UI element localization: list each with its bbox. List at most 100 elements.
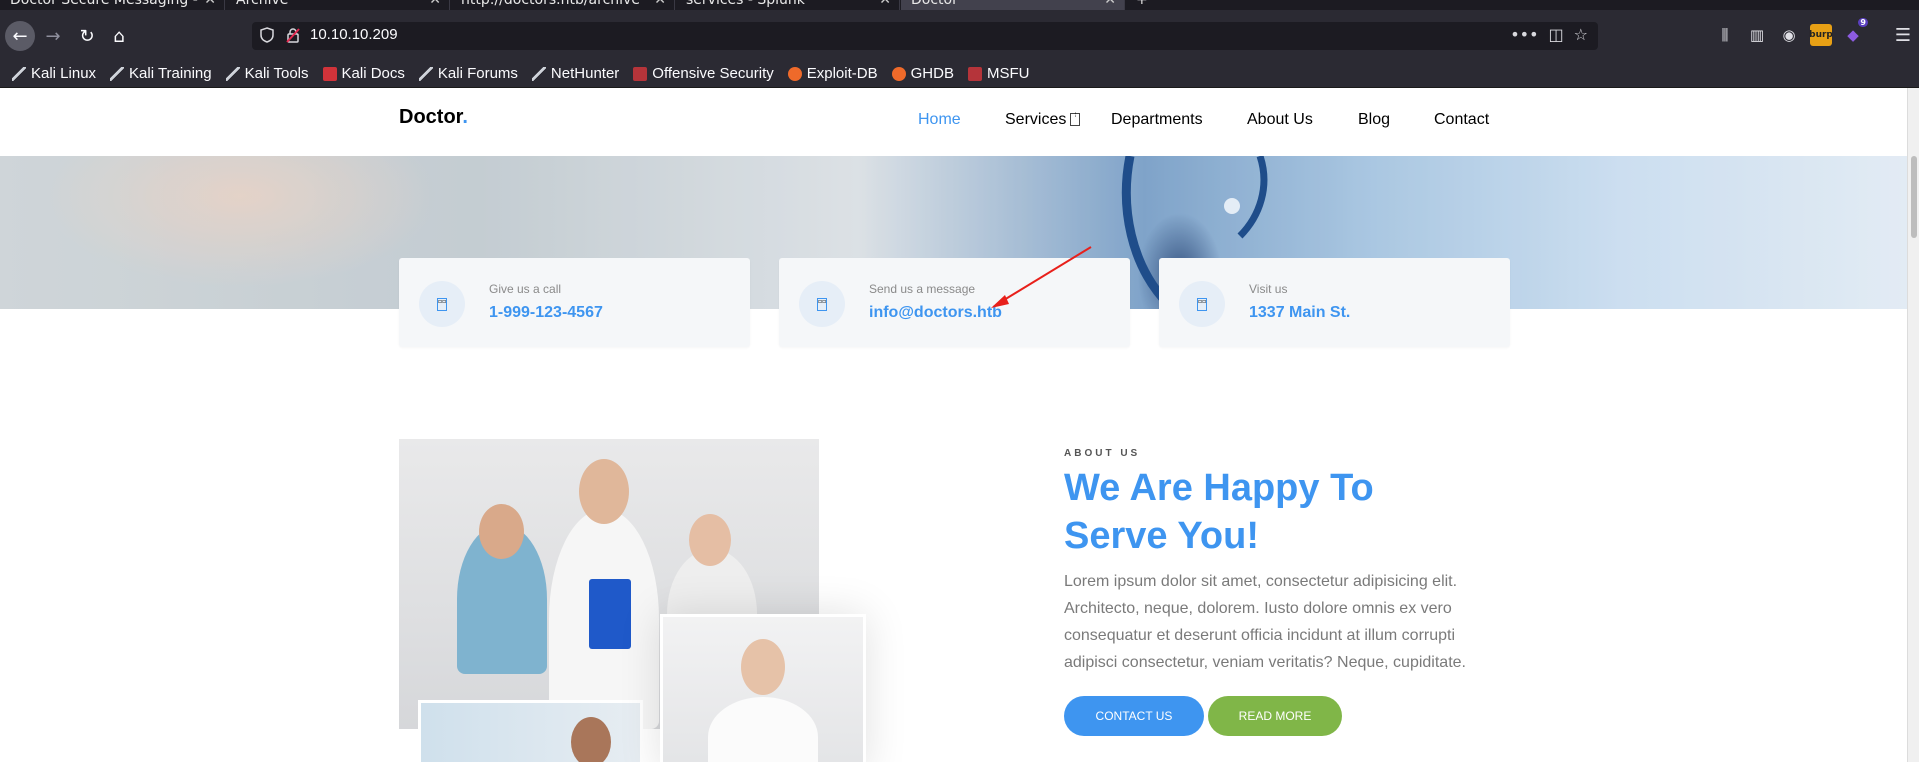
bookmark-label: Offensive Security	[652, 65, 774, 82]
info-label: Give us a call	[489, 282, 562, 296]
chevron-down-icon: ⁞	[1070, 113, 1081, 127]
bookmark-msfu[interactable]: MSFU	[967, 65, 1030, 82]
tab-doctors-archive[interactable]: http://doctors.htb/archive ✕	[451, 0, 675, 10]
insecure-lock-icon[interactable]	[286, 27, 300, 43]
library-icon[interactable]: ⫼	[1714, 24, 1736, 46]
doctor-head	[741, 639, 785, 695]
url-bar[interactable]: 10.10.10.209 ••• ◫ ☆	[252, 22, 1598, 50]
nav-contact[interactable]: Contact	[1434, 111, 1489, 129]
bookmark-label: MSFU	[986, 65, 1030, 82]
bookmark-kali-forums[interactable]: Kali Forums	[418, 65, 518, 82]
kali-icon	[418, 66, 433, 81]
close-icon[interactable]: ✕	[1104, 0, 1116, 8]
bookmark-label: GHDB	[910, 65, 954, 82]
tab-title: Archive	[236, 0, 289, 8]
logo-text: Doctor	[399, 106, 463, 128]
page-scrollbar[interactable]	[1907, 88, 1919, 762]
tab-title: Doctor	[911, 0, 958, 8]
kali-icon	[12, 66, 26, 81]
doctor-head	[579, 459, 629, 524]
bookmark-kali-tools[interactable]: Kali Tools	[225, 65, 309, 82]
bookmark-ghdb[interactable]: GHDB	[891, 65, 954, 82]
bookmark-kali-linux[interactable]: Kali Linux	[12, 65, 96, 82]
tab-archive[interactable]: Archive ✕	[226, 0, 450, 10]
extension-icon[interactable]: ◆ 9	[1842, 18, 1868, 46]
phone-icon: ▫▫	[419, 281, 465, 327]
close-icon[interactable]: ✕	[654, 0, 666, 8]
info-email[interactable]: info@doctors.htb	[869, 304, 1002, 322]
shield-icon[interactable]	[260, 27, 274, 43]
info-label: Send us a message	[869, 282, 976, 296]
bookmark-nethunter[interactable]: NetHunter	[531, 65, 620, 82]
nav-services-label: Services	[1005, 111, 1067, 128]
nav-about-us[interactable]: About Us	[1247, 111, 1313, 129]
doctor-head	[689, 514, 731, 566]
patient-head	[571, 717, 611, 762]
tab-title: services - Splunk	[686, 0, 805, 8]
bookmark-offensive-security[interactable]: Offensive Security	[633, 65, 774, 82]
site-logo[interactable]: Doctor.	[399, 106, 468, 129]
bookmark-label: Exploit-DB	[806, 65, 878, 82]
close-icon[interactable]: ✕	[429, 0, 441, 8]
offsec-icon	[633, 66, 648, 81]
doctor-figure	[708, 697, 818, 762]
location-glyph: ▫▫	[1197, 297, 1207, 311]
pocket-icon[interactable]: ◫	[1549, 25, 1564, 44]
msfu-icon	[967, 66, 982, 81]
burp-icon[interactable]: burp	[1809, 24, 1833, 46]
kali-icon	[531, 66, 546, 81]
clipboard-image	[589, 579, 631, 649]
page-viewport: Doctor. Home Services ⁞ Departments About…	[0, 87, 1919, 762]
bookmark-label: Kali Tools	[244, 65, 309, 82]
annotation-arrow	[991, 246, 1092, 308]
url-text[interactable]: 10.10.10.209	[310, 26, 398, 43]
reload-icon[interactable]: ↻	[72, 21, 102, 51]
bookmark-star-icon[interactable]: ☆	[1574, 25, 1588, 44]
navigation-toolbar: ← → ↻ ⌂ 10.10.10.209 ••• ◫ ☆ ⫼ ▥ ◉ burp …	[0, 10, 1919, 60]
patient-photo	[418, 700, 643, 762]
scrollbar-thumb[interactable]	[1911, 156, 1917, 238]
back-icon[interactable]: ←	[5, 21, 35, 51]
bookmark-kali-docs[interactable]: Kali Docs	[322, 65, 405, 82]
info-card-visit: ▫▫ Visit us 1337 Main St.	[1159, 258, 1510, 347]
nav-services[interactable]: Services ⁞	[1005, 111, 1081, 129]
more-icon[interactable]: •••	[1510, 25, 1538, 44]
message-icon: ▫▫	[799, 281, 845, 327]
info-label: Visit us	[1249, 282, 1288, 296]
bookmark-label: NetHunter	[550, 65, 620, 82]
kali-icon	[110, 66, 125, 81]
nav-departments[interactable]: Departments	[1111, 111, 1203, 129]
nav-home[interactable]: Home	[918, 111, 961, 129]
tab-bar: Doctor Secure Messaging - ✕ Archive ✕ http…	[0, 0, 1919, 10]
sidebar-icon[interactable]: ▥	[1746, 24, 1768, 46]
logo-dot: .	[462, 106, 468, 128]
menu-icon[interactable]: ☰	[1895, 25, 1911, 46]
bookmark-label: Kali Training	[129, 65, 212, 82]
tab-doctor[interactable]: Doctor ✕	[901, 0, 1125, 10]
contact-us-button[interactable]: CONTACT US	[1064, 696, 1204, 736]
tab-splunk[interactable]: services - Splunk ✕	[676, 0, 900, 10]
bookmark-kali-training[interactable]: Kali Training	[110, 65, 212, 82]
kali-icon	[225, 66, 240, 81]
tab-doctor-secure-messaging[interactable]: Doctor Secure Messaging - ✕	[0, 0, 225, 10]
bookmark-exploit-db[interactable]: Exploit-DB	[787, 65, 878, 82]
forward-icon[interactable]: →	[38, 21, 68, 51]
new-tab-icon[interactable]: +	[1126, 0, 1156, 10]
kali-docs-icon	[322, 66, 337, 81]
section-title: We Are Happy To Serve You!	[1064, 467, 1374, 557]
tab-title: Doctor Secure Messaging -	[10, 0, 198, 8]
close-icon[interactable]: ✕	[879, 0, 891, 8]
info-phone[interactable]: 1-999-123-4567	[489, 304, 603, 322]
female-doctor-photo	[660, 614, 866, 762]
info-address[interactable]: 1337 Main St.	[1249, 304, 1350, 322]
message-glyph: ▫▫	[817, 297, 827, 311]
close-icon[interactable]: ✕	[204, 0, 216, 8]
home-icon[interactable]: ⌂	[104, 21, 134, 51]
phone-glyph: ▫▫	[437, 297, 447, 311]
info-card-call: ▫▫ Give us a call 1-999-123-4567	[399, 258, 750, 347]
read-more-button[interactable]: READ MORE	[1208, 696, 1342, 736]
bookmarks-toolbar: Kali Linux Kali Training Kali Tools Kali…	[0, 60, 1919, 87]
account-icon[interactable]: ◉	[1778, 24, 1800, 46]
bookmark-label: Kali Linux	[31, 65, 97, 82]
nav-blog[interactable]: Blog	[1358, 111, 1390, 129]
